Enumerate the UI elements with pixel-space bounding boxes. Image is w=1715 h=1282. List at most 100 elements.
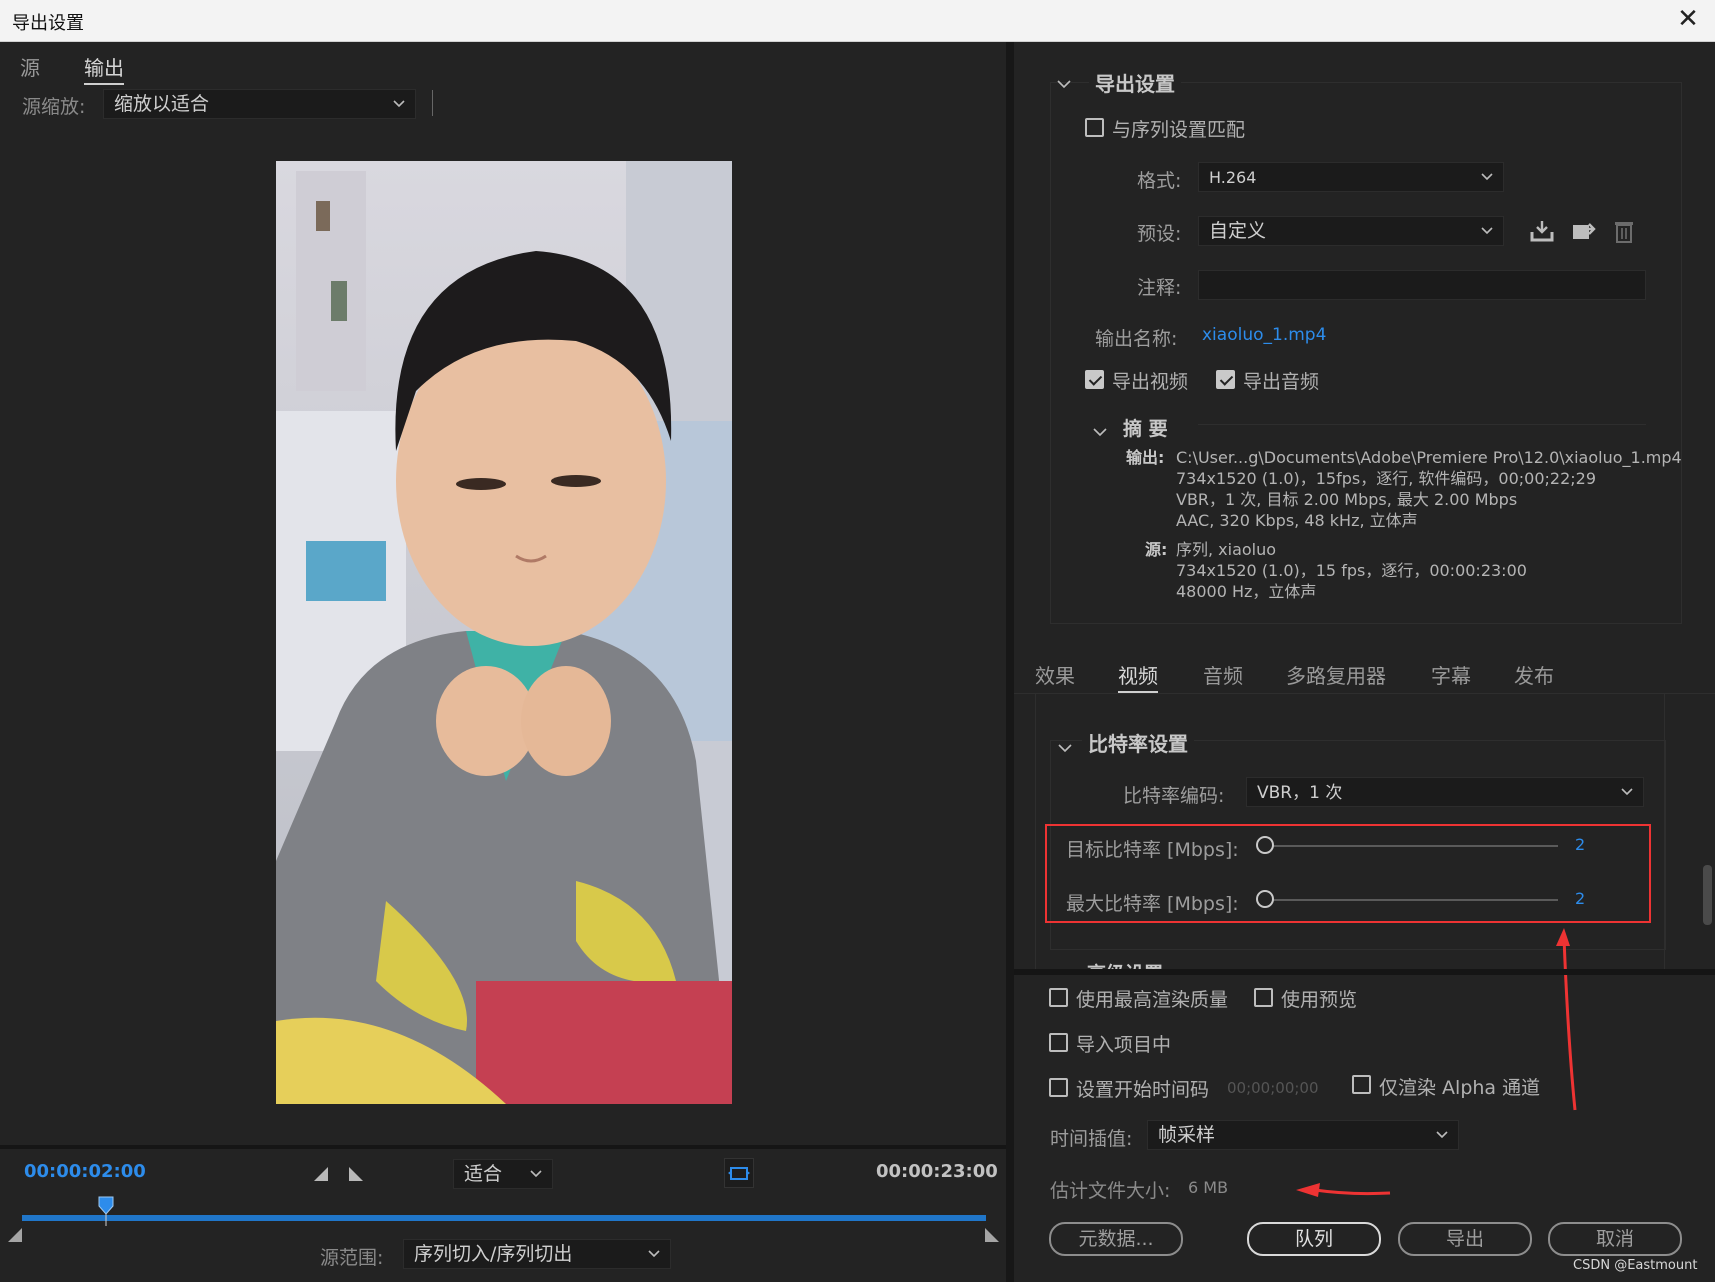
import-preset-icon[interactable] <box>1570 219 1596 243</box>
render-alpha-checkbox[interactable] <box>1352 1075 1371 1094</box>
tab-effects[interactable]: 效果 <box>1035 660 1075 689</box>
mark-in-icon[interactable] <box>314 1164 328 1181</box>
max-render-quality-checkbox[interactable] <box>1049 988 1068 1007</box>
preset-dropdown[interactable]: 自定义 <box>1198 216 1504 246</box>
save-preset-icon[interactable] <box>1529 219 1555 243</box>
summary-source-line-2: 734x1520 (1.0)，15 fps，逐行，00:00:23:00 <box>1176 561 1527 580</box>
estimated-size-label: 估计文件大小: <box>1050 1180 1171 1202</box>
tab-captions[interactable]: 字幕 <box>1431 660 1471 689</box>
source-range-label: 源范围: <box>320 1247 384 1269</box>
tab-output[interactable]: 输出 <box>84 52 124 85</box>
annotation-arrows <box>1296 928 1577 1197</box>
collapse-chevron-icon[interactable] <box>1057 72 1071 89</box>
source-scale-dropdown[interactable]: 缩放以适合 <box>103 89 416 119</box>
summary-source-label: 源: <box>1145 540 1168 559</box>
video-frame-image <box>276 161 732 1104</box>
bitrate-section-title: 比特率设置 <box>1082 728 1194 757</box>
summary-output-line-2: 734x1520 (1.0)，15fps，逐行, 软件编码，00;00;22;2… <box>1176 469 1597 488</box>
zoom-dropdown[interactable]: 适合 <box>453 1159 553 1189</box>
timeline-track[interactable] <box>22 1215 986 1221</box>
chevron-down-icon <box>393 100 405 108</box>
preset-label: 预设: <box>1137 223 1182 245</box>
summary-title: 摘 要 <box>1123 418 1168 440</box>
render-alpha-label: 仅渲染 Alpha 通道 <box>1379 1077 1541 1099</box>
max-bitrate-label: 最大比特率 [Mbps]: <box>1066 893 1239 915</box>
export-audio-label: 导出音频 <box>1243 371 1320 393</box>
tab-source[interactable]: 源 <box>20 52 40 81</box>
summary-output-line-1: C:\User...g\Documents\Adobe\Premiere Pro… <box>1176 448 1682 467</box>
video-preview <box>276 161 732 1104</box>
format-value: H.264 <box>1209 168 1257 187</box>
summary-source-line-3: 48000 Hz，立体声 <box>1176 582 1317 601</box>
import-into-project-label: 导入项目中 <box>1076 1034 1172 1056</box>
metadata-button[interactable]: 元数据... <box>1049 1222 1183 1256</box>
use-previews-label: 使用预览 <box>1281 989 1358 1011</box>
time-interpolation-label: 时间插值: <box>1050 1128 1133 1150</box>
tab-audio[interactable]: 音频 <box>1203 660 1243 689</box>
chevron-down-icon <box>530 1170 542 1178</box>
source-range-value: 序列切入/序列切出 <box>414 1243 573 1265</box>
end-time: 00:00:23:00 <box>876 1161 998 1182</box>
set-start-timecode-checkbox[interactable] <box>1049 1078 1068 1097</box>
bitrate-chevron-icon[interactable] <box>1058 736 1072 753</box>
comment-input[interactable] <box>1198 270 1646 300</box>
panel-divider[interactable] <box>1006 42 1014 1282</box>
bitrate-encoding-value: VBR，1 次 <box>1257 783 1343 803</box>
start-timecode-value[interactable]: 00;00;00;00 <box>1227 1079 1319 1097</box>
delete-preset-icon[interactable] <box>1613 219 1635 243</box>
chevron-down-icon <box>1481 227 1493 235</box>
watermark-text: CSDN @Eastmount <box>1573 1258 1698 1273</box>
range-end-handle[interactable] <box>985 1225 999 1242</box>
chevron-down-icon <box>1621 788 1633 796</box>
output-name-link[interactable]: xiaoluo_1.mp4 <box>1202 325 1326 345</box>
export-settings-title: 导出设置 <box>1089 68 1181 97</box>
format-dropdown[interactable]: H.264 <box>1198 162 1504 192</box>
tab-publish[interactable]: 发布 <box>1514 660 1554 689</box>
target-bitrate-slider-knob[interactable] <box>1256 836 1274 854</box>
time-interpolation-dropdown[interactable]: 帧采样 <box>1147 1120 1459 1150</box>
current-time[interactable]: 00:00:02:00 <box>24 1161 146 1182</box>
range-start-handle[interactable] <box>8 1225 22 1242</box>
summary-source-line-1: 序列, xiaoluo <box>1176 540 1277 559</box>
summary-output-line-3: VBR，1 次, 目标 2.00 Mbps, 最大 2.00 Mbps <box>1176 490 1518 509</box>
target-bitrate-value[interactable]: 2 <box>1575 835 1585 854</box>
export-video-checkbox[interactable] <box>1085 370 1104 389</box>
output-name-label: 输出名称: <box>1095 328 1178 350</box>
settings-scrollbar-thumb[interactable] <box>1703 865 1712 925</box>
divider <box>432 90 433 116</box>
preset-value: 自定义 <box>1209 220 1267 242</box>
export-button[interactable]: 导出 <box>1398 1222 1532 1256</box>
format-label: 格式: <box>1137 170 1182 192</box>
max-render-quality-label: 使用最高渲染质量 <box>1076 989 1229 1011</box>
match-sequence-label: 与序列设置匹配 <box>1112 119 1246 141</box>
window-title: 导出设置 <box>12 13 84 34</box>
bitrate-encoding-label: 比特率编码: <box>1123 785 1225 807</box>
bitrate-encoding-dropdown[interactable]: VBR，1 次 <box>1246 777 1644 807</box>
summary-rule <box>1198 424 1646 425</box>
comment-label: 注释: <box>1137 277 1182 299</box>
chevron-down-icon <box>1436 1131 1448 1139</box>
playhead-handle[interactable] <box>98 1196 114 1226</box>
aspect-toggle-icon[interactable] <box>724 1158 754 1188</box>
tab-video[interactable]: 视频 <box>1118 660 1158 693</box>
source-scale-value: 缩放以适合 <box>114 93 210 115</box>
match-sequence-checkbox[interactable] <box>1085 118 1104 137</box>
set-start-timecode-label: 设置开始时间码 <box>1076 1079 1210 1101</box>
max-bitrate-slider-knob[interactable] <box>1256 890 1274 908</box>
mark-out-icon[interactable] <box>349 1164 363 1181</box>
target-bitrate-slider-track[interactable] <box>1265 845 1558 847</box>
import-into-project-checkbox[interactable] <box>1049 1033 1068 1052</box>
export-audio-checkbox[interactable] <box>1216 370 1235 389</box>
use-previews-checkbox[interactable] <box>1254 988 1273 1007</box>
title-bar: 导出设置 ✕ <box>0 0 1715 42</box>
max-bitrate-slider-track[interactable] <box>1265 899 1558 901</box>
max-bitrate-value[interactable]: 2 <box>1575 889 1585 908</box>
summary-output-label: 输出: <box>1126 448 1165 467</box>
close-icon[interactable]: ✕ <box>1675 6 1701 32</box>
queue-button[interactable]: 队列 <box>1247 1222 1381 1256</box>
options-divider <box>1014 969 1715 975</box>
summary-chevron-icon[interactable] <box>1093 420 1107 437</box>
cancel-button[interactable]: 取消 <box>1548 1222 1682 1256</box>
source-range-dropdown[interactable]: 序列切入/序列切出 <box>403 1239 671 1269</box>
tab-multiplexer[interactable]: 多路复用器 <box>1286 660 1386 689</box>
